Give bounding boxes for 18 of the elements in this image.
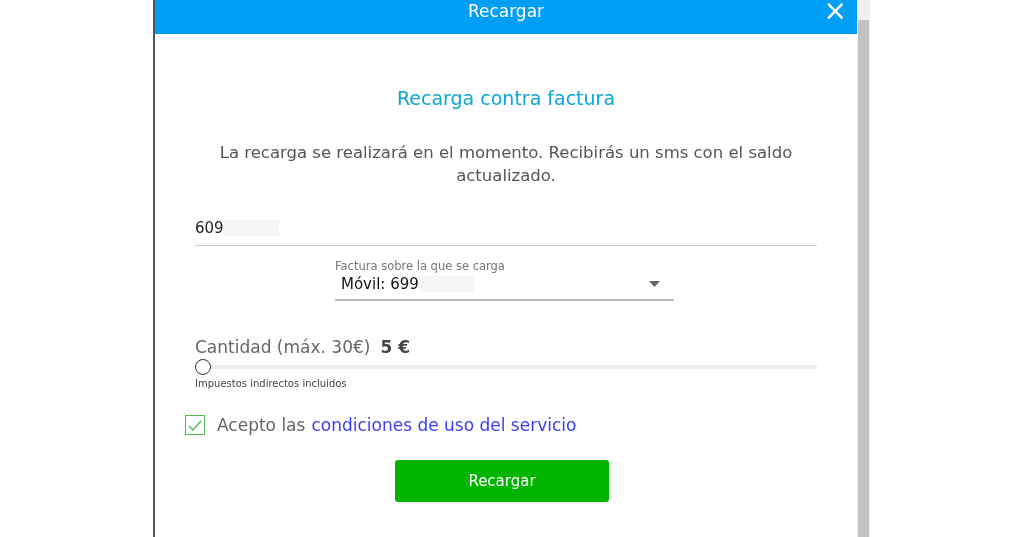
- invoice-dropdown[interactable]: Móvil: 699: [335, 273, 674, 301]
- scrollbar-thumb[interactable]: [858, 20, 869, 537]
- slider-thumb[interactable]: [195, 359, 211, 375]
- terms-text: Acepto las: [217, 415, 306, 435]
- terms-checkbox[interactable]: [185, 415, 205, 435]
- tax-note: Impuestos indirectos incluidos: [195, 378, 348, 389]
- amount-value: 5 €: [380, 337, 410, 357]
- field-label: Factura sobre la que se carga: [335, 259, 506, 273]
- terms-link[interactable]: condiciones de uso del servicio: [311, 415, 577, 435]
- scrollbar[interactable]: [857, 0, 870, 537]
- dialog-heading: Recarga contra factura: [395, 87, 617, 109]
- description-text: La recarga se realizará en el momento. Recibirás un sms con el saldo actualizado.: [218, 142, 794, 187]
- check-icon: [188, 419, 202, 431]
- amount-slider[interactable]: [195, 359, 817, 375]
- amount-label: Cantidad (máx. 30€): [195, 337, 371, 357]
- phone-field[interactable]: 609: [195, 219, 817, 246]
- dialog-title: Recargar: [467, 1, 545, 21]
- caret-icon: [649, 281, 660, 287]
